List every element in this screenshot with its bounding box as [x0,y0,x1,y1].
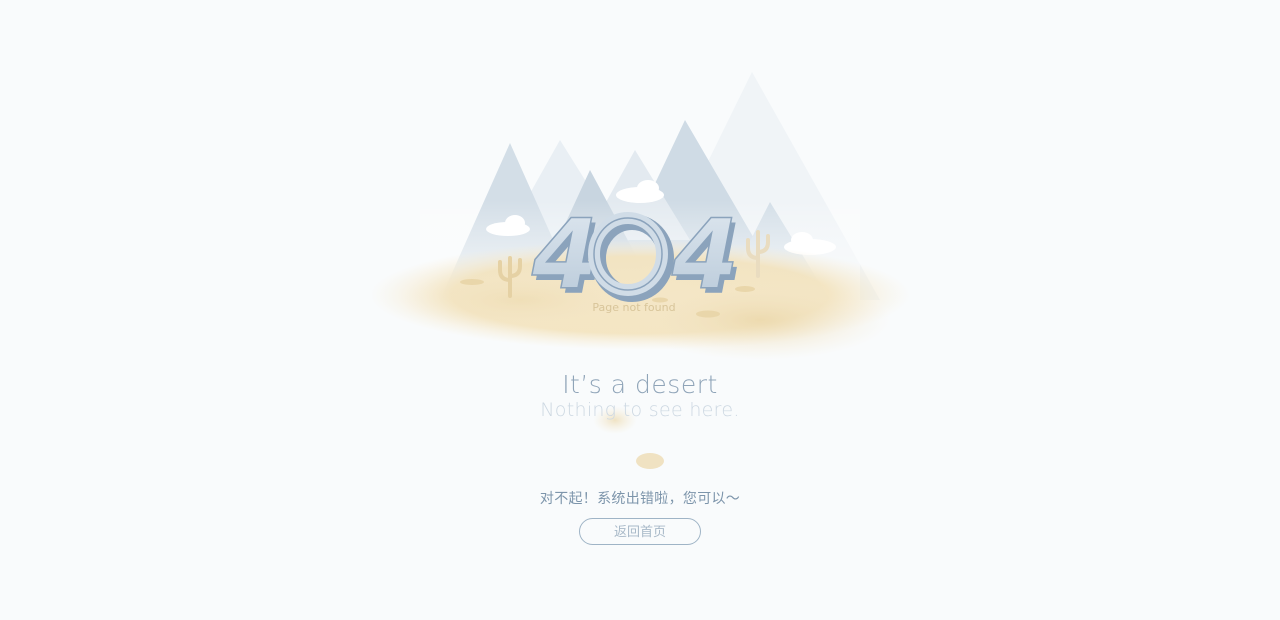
sand-dunes [370,240,910,469]
page-not-found-caption: Page not found [592,301,675,314]
desert-title: It’s a desert [562,370,718,399]
error-apology-text: 对不起！系统出错啦，您可以～ [539,490,741,506]
desert-subtitle: Nothing to see here. [540,399,740,421]
back-to-home-button[interactable]: 返回首页 [579,518,701,545]
svg-text:4: 4 [671,199,739,311]
error-page: 4 4 4 4 Page not found It’s a desert Not… [0,0,1280,620]
